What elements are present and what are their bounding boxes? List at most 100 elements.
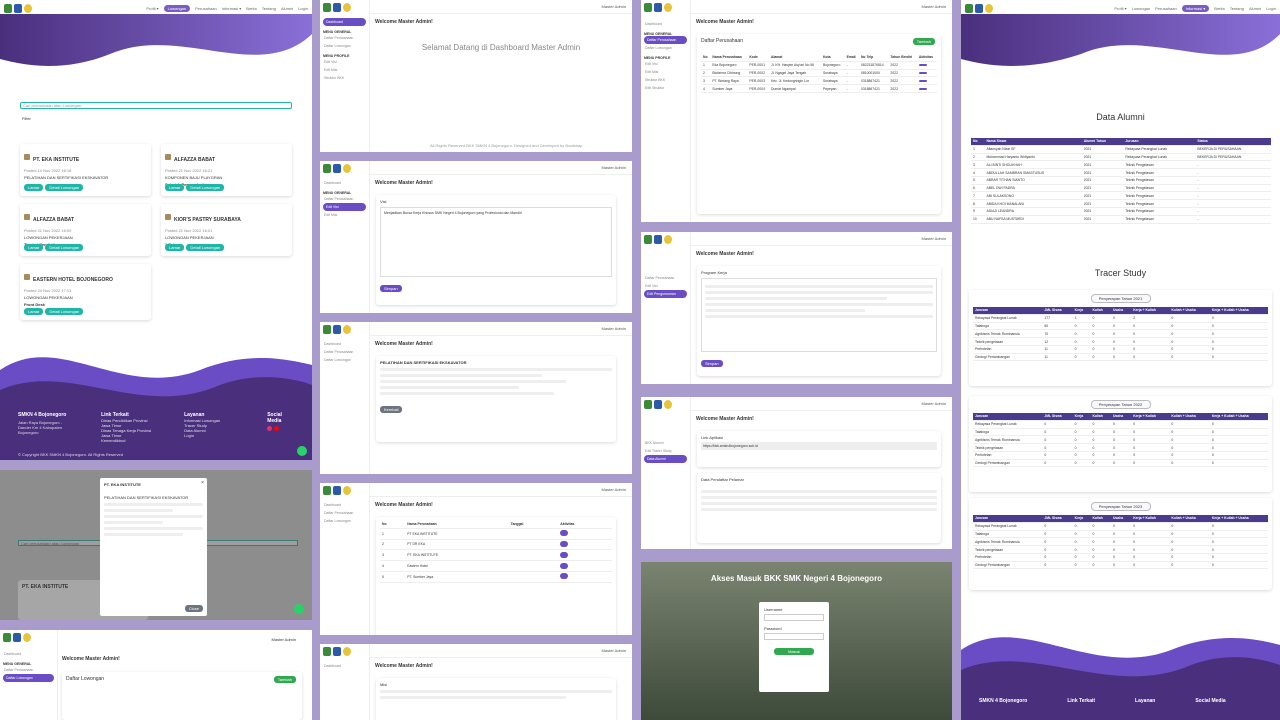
sidebar-item-misi[interactable]: Edit Misi — [644, 68, 687, 76]
simpan-button[interactable]: Simpan — [380, 285, 402, 292]
nav-item[interactable]: Profil ▾ — [146, 6, 158, 11]
lamar-button[interactable]: Lamar — [24, 308, 44, 315]
nav-item[interactable]: Informasi ▾ — [1181, 4, 1210, 12]
edit-button[interactable] — [918, 87, 927, 90]
instagram-icon[interactable] — [267, 426, 273, 431]
table-cell: 0 — [1110, 420, 1132, 429]
tracer-year-tab[interactable]: Penyerapan Tahun 2022 — [1090, 400, 1151, 409]
username-input[interactable] — [764, 614, 824, 621]
sidebar-item-lowongan[interactable]: Daftar Lowongan — [644, 44, 687, 52]
sidebar-item-perusahaan[interactable]: Daftar Perusahaan — [323, 348, 366, 356]
nav-item[interactable]: Informasi ▾ — [222, 6, 242, 11]
detail-button[interactable]: Detail Lowongan — [45, 308, 84, 315]
footer-link[interactable]: Dinas Tenaga Kerja Provinsi Jawa Timur — [101, 428, 154, 438]
sidebar-item-dashboard[interactable]: Dashboard — [323, 340, 366, 348]
sidebar-item-perusahaan[interactable]: Daftar Perusahaan — [644, 36, 687, 44]
sidebar-item-alumni[interactable]: BKK Alumni — [644, 439, 687, 447]
sidebar-item-misi[interactable]: Edit Misi — [323, 211, 366, 219]
whatsapp-icon[interactable] — [297, 446, 307, 456]
sidebar-item-struktur[interactable]: Struktur BKK — [323, 74, 366, 82]
edit-button[interactable] — [560, 562, 569, 569]
lamar-button[interactable]: Lamar — [24, 244, 44, 251]
row-number: 2 — [380, 539, 406, 551]
nav-item[interactable]: Berita — [1214, 6, 1224, 11]
nav-item[interactable]: Tentang — [1230, 6, 1244, 11]
sidebar-item-dashboard[interactable]: Dashboard — [323, 18, 366, 26]
footer-service-link[interactable]: Login — [184, 433, 237, 438]
sidebar-item-perusahaan[interactable]: Daftar Perusahaan — [3, 666, 54, 674]
nav-item[interactable]: Login — [298, 6, 308, 11]
nav-item[interactable]: Berita — [246, 6, 256, 11]
sidebar-item-dashboard[interactable]: Dashboard — [323, 662, 366, 670]
detail-button[interactable]: Detail Lowongan — [186, 184, 225, 191]
edit-button[interactable] — [918, 64, 927, 67]
tambah-button[interactable]: Tambah — [912, 38, 935, 45]
sidebar-item-lowongan[interactable]: Daftar Lowongan — [323, 356, 366, 364]
sidebar-item-dashboard[interactable]: Dashboard — [3, 650, 54, 658]
edit-button[interactable] — [918, 71, 927, 74]
modal-close-button[interactable]: Close — [184, 605, 203, 612]
nav-item[interactable]: Login — [1266, 6, 1276, 11]
detail-button[interactable]: Detail Lowongan — [186, 244, 225, 251]
lamar-button[interactable]: Lamar — [24, 184, 44, 191]
tracer-year-tab[interactable]: Penyerapan Tahun 2023 — [1090, 502, 1151, 511]
sidebar-item-visi[interactable]: Edit Visi — [644, 282, 687, 290]
sidebar-item-struktur[interactable]: Struktur BKK — [644, 76, 687, 84]
sidebar-item-perusahaan[interactable]: Daftar Perusahaan — [644, 274, 687, 282]
sidebar-item-dashboard[interactable]: Dashboard — [323, 501, 366, 509]
nav-item[interactable]: Perusahaan — [195, 6, 217, 11]
lamar-button[interactable]: Lamar — [165, 184, 185, 191]
table-cell: 0 — [1090, 459, 1111, 468]
sidebar-item-misi[interactable]: Edit Misi — [323, 66, 366, 74]
sidebar-item-perusahaan[interactable]: Daftar Perusahaan — [323, 34, 366, 42]
link-field[interactable]: https://bkk.smkn4bojonegoro.sch.id — [701, 442, 937, 450]
nav-item[interactable]: Tentang — [262, 6, 276, 11]
table-cell: Rekayasa Perangkat Lunak — [973, 420, 1043, 429]
sidebar-item-lowongan[interactable]: Daftar Lowongan — [3, 674, 54, 682]
nav-item[interactable]: Alumni — [1249, 6, 1261, 11]
simpan-button[interactable]: Simpan — [701, 360, 723, 367]
edit-button[interactable] — [560, 540, 569, 547]
detail-button[interactable]: Detail Lowongan — [45, 244, 84, 251]
whatsapp-icon[interactable] — [294, 604, 304, 614]
sidebar-item-perusahaan[interactable]: Daftar Perusahaan — [323, 195, 366, 203]
search-bar[interactable]: Cari perusahaan atau Lowongan — [20, 102, 292, 109]
lamar-button[interactable]: Lamar — [165, 244, 185, 251]
sidebar-item-perusahaan[interactable]: Daftar Perusahaan — [323, 509, 366, 517]
detail-button[interactable]: Detail Lowongan — [45, 184, 84, 191]
tambah-button[interactable]: Tambah — [273, 676, 296, 683]
footer-link[interactable]: Kemendikbud — [101, 438, 154, 443]
tracer-year-tab[interactable]: Penyerapan Tahun 2021 — [1090, 294, 1151, 303]
sidebar-item-pengumuman[interactable]: Edit Pengumuman — [644, 290, 687, 298]
sidebar-item-visi[interactable]: Edit Visi — [644, 60, 687, 68]
edit-button[interactable] — [560, 573, 569, 580]
sidebar-item-dashboard[interactable]: Dashboard — [323, 179, 366, 187]
program-editor[interactable] — [701, 278, 937, 352]
edit-button[interactable] — [918, 79, 927, 82]
nav-item[interactable]: Profil ▾ — [1114, 6, 1126, 11]
sidebar-item-lowongan[interactable]: Daftar Lowongan — [323, 517, 366, 525]
nav-item[interactable]: Lowongan — [1132, 6, 1150, 11]
footer-link[interactable]: Dinas Pendidikan Provinsi Jawa Timur — [101, 418, 154, 428]
edit-button[interactable] — [560, 551, 569, 558]
filter-label[interactable]: Filter — [22, 116, 31, 121]
table-cell: 4 — [971, 168, 985, 177]
password-input[interactable] — [764, 633, 824, 640]
sidebar-item-edit-struktur[interactable]: Edit Struktur — [644, 84, 687, 92]
sidebar-item-data-alumni[interactable]: Data Alumni — [644, 455, 687, 463]
sidebar-item-visi[interactable]: Edit Visi — [323, 203, 366, 211]
sidebar-item-visi[interactable]: Edit Visi — [323, 58, 366, 66]
visi-editor[interactable]: Menjadikan Bursa Kerja Khusus SMK Negeri… — [380, 207, 612, 277]
edit-button[interactable] — [560, 530, 569, 537]
nav-item[interactable]: Lowongan — [163, 4, 191, 12]
sidebar-item-lowongan[interactable]: Daftar Lowongan — [323, 42, 366, 50]
table-cell: Dumat Ngampal — [769, 84, 821, 93]
login-button[interactable]: Masuk — [774, 648, 814, 655]
youtube-icon[interactable] — [274, 426, 280, 431]
nav-item[interactable]: Perusahaan — [1155, 6, 1177, 11]
modal-close-icon[interactable]: × — [201, 480, 204, 486]
sidebar-item-tracer[interactable]: Edit Tracer Study — [644, 447, 687, 455]
nav-item[interactable]: Alumni — [281, 6, 293, 11]
kembali-button[interactable]: Kembali — [380, 406, 403, 413]
sidebar-item-dashboard[interactable]: Dashboard — [644, 20, 687, 28]
